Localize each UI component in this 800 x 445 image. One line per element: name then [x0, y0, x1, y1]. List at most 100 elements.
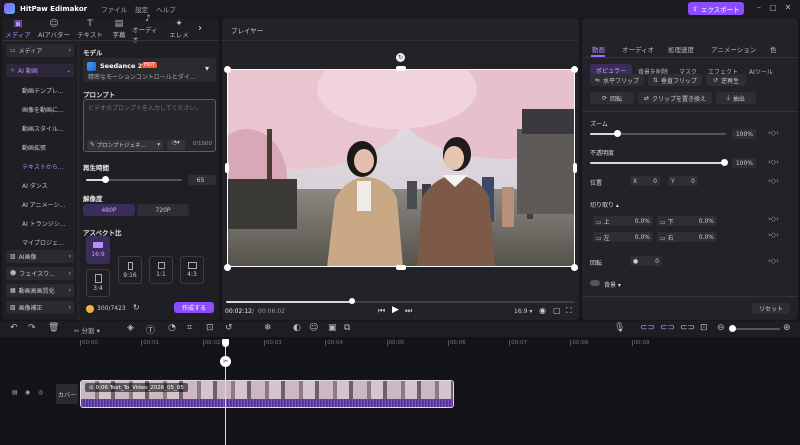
zoom-slider-handle[interactable] [614, 130, 622, 137]
aspect-16-9-button[interactable]: 16:9 [86, 236, 110, 264]
menu-file[interactable]: ファイル [101, 4, 127, 14]
undo-icon[interactable]: ↶ [10, 323, 18, 333]
sidebar-item-ai-image[interactable]: ▨ AI画像 › [6, 250, 74, 263]
voice-button[interactable]: ◔▾ [167, 140, 185, 150]
maximize-icon[interactable]: ▢ [768, 3, 778, 13]
resolution-720p-button[interactable]: 720P [137, 204, 189, 216]
speed-icon[interactable]: ◔ [168, 323, 176, 333]
reset-button[interactable]: リセット [752, 303, 790, 314]
tab-text[interactable]: T テキスト [74, 18, 106, 40]
sidebar-sub-item[interactable]: AI トランジシ... [22, 219, 66, 228]
prompt-input[interactable]: ビデオのプロンプトを入力してください。 [88, 103, 201, 112]
sidebar-sub-item[interactable]: マイプロジェ... [22, 238, 64, 247]
tab-video[interactable]: 動画 [592, 44, 605, 54]
refresh-icon[interactable]: ↻ [133, 303, 140, 312]
duration-slider-handle[interactable] [102, 176, 110, 183]
keyframe-icon[interactable]: ‹◇› [768, 215, 779, 223]
zoom-in-icon[interactable]: ⊕ [783, 323, 791, 333]
redo-icon[interactable]: ↷ [28, 323, 36, 333]
resolution-480p-button[interactable]: 480P [83, 204, 135, 216]
crop-right-field[interactable]: ▭ 右 0.0% [657, 232, 717, 242]
split-marker-icon[interactable]: ✂ [220, 356, 231, 367]
sidebar-item-face-swap[interactable]: ☻ フェイスワ... › [6, 267, 74, 280]
sidebar-sub-item[interactable]: 動画スタイル... [22, 124, 64, 133]
split-button[interactable]: ✂ 分割 ▾ [74, 325, 100, 335]
aspect-4-3-button[interactable]: 4:3 [180, 256, 204, 284]
tab-speed[interactable]: 処理速度 [668, 44, 694, 54]
sidebar-item-ai-video[interactable]: ✧ AI 動画 ⌄ [6, 64, 74, 77]
mirror-icon[interactable]: ◐ [293, 323, 301, 333]
play-icon[interactable]: ▶ [392, 305, 399, 315]
extract-button[interactable]: ⤓ 抽出 [716, 92, 756, 104]
opacity-slider-handle[interactable] [721, 159, 728, 166]
freeze-icon[interactable]: ❄ [264, 323, 272, 333]
tab-subtitle[interactable]: ▤ 字幕 [106, 18, 132, 40]
rotate-field[interactable]: ● 0 [630, 256, 662, 266]
sidebar-sub-item[interactable]: 動画テンプレ... [22, 86, 64, 95]
player-progress-handle[interactable] [348, 298, 355, 304]
timeline-zoom-slider[interactable] [730, 328, 780, 330]
preview-icon[interactable]: ⊡ [700, 323, 708, 333]
replace-clip-button[interactable]: ⇄ クリップを置き換え [638, 92, 712, 104]
rotate-button[interactable]: ⟳ 回転 [590, 92, 634, 104]
zoom-value[interactable]: 100% [732, 129, 756, 139]
visibility-icon[interactable]: ◎ [38, 389, 43, 396]
resize-handle[interactable] [224, 264, 231, 271]
replay-icon[interactable]: ↺ [225, 323, 233, 333]
snapshot-icon[interactable]: ◉ [539, 306, 546, 315]
close-icon[interactable]: ✕ [783, 3, 793, 13]
lock-icon[interactable]: ▤ [12, 389, 18, 396]
position-y-field[interactable]: Y0 [668, 176, 698, 186]
model-select[interactable]: Seedance 2.0 HOT 精密なモーションコントロールとダイ... ▾ [83, 58, 216, 82]
menu-settings[interactable]: 設定 [135, 4, 148, 14]
cover-button[interactable]: カバー [56, 384, 78, 404]
delete-icon[interactable]: 🗑 [48, 323, 59, 333]
export-button[interactable]: ⇪ エクスポート [688, 2, 744, 15]
tab-audio[interactable]: ♪オーディオ [132, 14, 164, 44]
sidebar-item-image-fix[interactable]: ▧ 画像補正 › [6, 301, 74, 314]
timeline-zoom-handle[interactable] [729, 325, 736, 332]
keyframe-icon[interactable]: ‹◇› [768, 158, 779, 166]
sidebar-item-media[interactable]: ▭ メディア › [6, 44, 74, 57]
rotate-handle-icon[interactable]: ↻ [396, 53, 405, 62]
sidebar-sub-item[interactable]: 画像を動画に... [22, 105, 64, 114]
aspect-3-4-button[interactable]: 3:4 [86, 269, 110, 297]
resize-handle[interactable] [571, 66, 578, 73]
playhead-handle[interactable] [222, 339, 229, 347]
resize-handle[interactable] [225, 163, 229, 173]
position-x-field[interactable]: X0 [630, 176, 660, 186]
prompt-generator-button[interactable]: ✎ プロンプトジェネ... ▾ [87, 140, 163, 150]
crop-left-field[interactable]: ▭ 左 0.0% [593, 232, 653, 242]
sidebar-sub-item-active[interactable]: テキストから... [22, 162, 64, 171]
image-icon[interactable]: ▣ [328, 323, 337, 333]
resize-handle[interactable] [571, 264, 578, 271]
opacity-value[interactable]: 100% [732, 158, 756, 168]
resize-handle[interactable] [573, 163, 577, 173]
flip-vertical-button[interactable]: ⇅ 垂直フリップ [648, 74, 702, 86]
copy-icon[interactable]: ⧉ [344, 323, 350, 333]
chevron-right-icon[interactable]: › [194, 18, 206, 40]
aspect-ratio-select[interactable]: 16:9 ▾ [514, 308, 532, 315]
text-tool-icon[interactable]: Ⓣ [146, 323, 155, 336]
tab-media[interactable]: ▣ メディア [2, 18, 34, 40]
tab-audio[interactable]: オーディオ [622, 44, 654, 54]
tab-animation[interactable]: アニメーション [711, 44, 756, 54]
duration-value[interactable]: 6S [188, 175, 216, 185]
prompt-box[interactable]: ビデオのプロンプトを入力してください。 ✎ プロンプトジェネ... ▾ ◔▾ 0/1… [83, 99, 216, 152]
keyframe-icon[interactable]: ‹◇› [768, 177, 779, 185]
microphone-icon[interactable]: 🎙 [614, 323, 625, 333]
resize-handle[interactable] [396, 265, 406, 270]
crop-icon[interactable]: ⌗ [187, 323, 192, 333]
fullscreen-icon[interactable]: ⛶ [566, 306, 572, 316]
resize-handle[interactable] [224, 66, 231, 73]
snap-icon[interactable]: ⊂⊃ [680, 323, 695, 333]
crop-bottom-field[interactable]: ▭ 下 0.0% [657, 216, 717, 226]
prev-frame-icon[interactable]: ⏮ [378, 306, 385, 316]
sidebar-sub-item[interactable]: AI ダンス [22, 181, 48, 190]
resize-handle[interactable] [396, 66, 406, 71]
menu-help[interactable]: ヘルプ [156, 4, 176, 14]
crop-label[interactable]: 切り取り ▴ [590, 200, 619, 209]
keyframe-icon[interactable]: ‹◇› [768, 129, 779, 137]
subtab-ai-tools[interactable]: AIツール [749, 67, 773, 76]
keyframe-icon[interactable]: ‹◇› [768, 231, 779, 239]
